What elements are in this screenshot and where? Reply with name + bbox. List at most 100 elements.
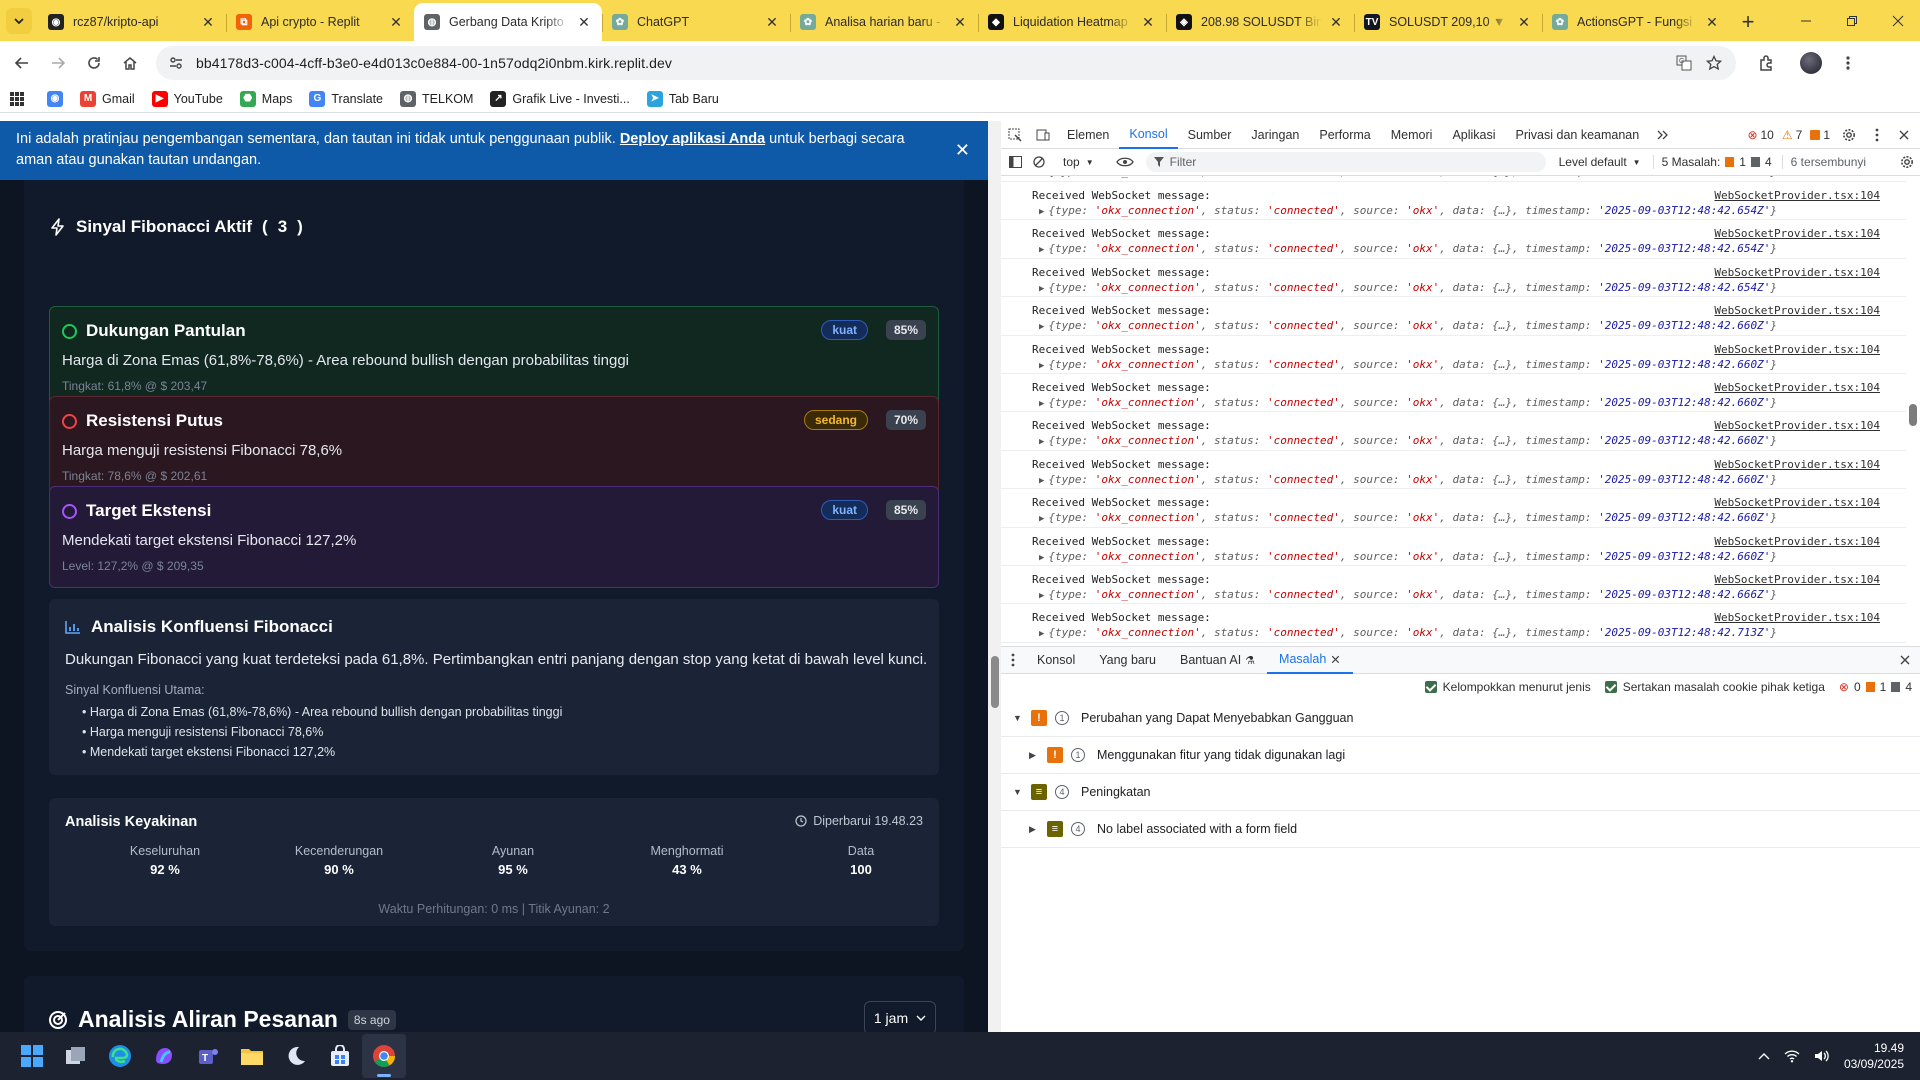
moon-app-icon[interactable] [274,1034,318,1078]
source-link[interactable]: WebSocketProvider.tsx:104 [1714,496,1880,509]
drawer-menu-icon[interactable] [1001,653,1025,667]
restore-button[interactable] [1829,0,1875,41]
drawer-tab[interactable]: Konsol [1025,646,1087,674]
context-select[interactable]: top ▼ [1063,155,1094,169]
source-link[interactable]: WebSocketProvider.tsx:104 [1714,189,1880,202]
info-count[interactable]: 1 [1810,128,1830,142]
expand-triangle-icon[interactable]: ▶ [1039,553,1044,563]
source-link[interactable]: WebSocketProvider.tsx:104 [1714,611,1880,624]
expand-triangle-icon[interactable]: ▶ [1039,437,1044,447]
close-tab-icon[interactable]: ✕ [1704,14,1720,30]
expand-triangle-icon[interactable]: ▶ [1039,245,1044,255]
source-link[interactable]: WebSocketProvider.tsx:104 [1714,573,1880,586]
devtools-menu-icon[interactable] [1868,121,1886,149]
source-link[interactable]: WebSocketProvider.tsx:104 [1714,227,1880,240]
inspect-element-icon[interactable] [1001,121,1029,149]
console-object[interactable]: ▶ {type: 'okx_connection', status: 'conne… [1039,242,1777,255]
devtools-tab[interactable]: Performa [1309,121,1380,149]
console-object[interactable]: ▶ {type: 'okx_connection', status: 'conne… [1039,281,1777,294]
close-tab-icon[interactable]: ✕ [1516,14,1532,30]
devtools-tab[interactable]: Privasi dan keamanan [1506,121,1650,149]
url-text[interactable]: bb4178d3-c004-4cff-b3e0-e4d013c0e884-00-… [196,55,672,71]
eye-icon[interactable] [1115,156,1134,168]
expand-triangle-icon[interactable]: ▶ [1039,284,1044,294]
expand-triangle-icon[interactable]: ▶ [1039,591,1044,601]
signal-card[interactable]: Dukungan Pantulan Harga di Zona Emas (61,… [49,306,939,408]
bookmark-item[interactable]: ⬣ Maps [239,90,292,107]
source-link[interactable]: WebSocketProvider.tsx:104 [1714,458,1880,471]
devtools-tab[interactable]: Memori [1381,121,1443,149]
console-scrollbar[interactable] [1906,176,1920,646]
clock[interactable]: 19.49 03/09/2025 [1844,1040,1904,1072]
console-filter-input[interactable]: Filter [1145,152,1546,172]
new-tab-button[interactable]: + [1730,3,1766,41]
log-level-select[interactable]: Level default ▼ [1559,155,1641,169]
reload-button[interactable] [78,47,110,79]
scrollbar-thumb[interactable] [991,656,999,708]
console-message[interactable]: Received WebSocket message: WebSocketProv… [1001,489,1906,528]
devtools-tab[interactable]: Jaringan [1241,121,1309,149]
close-tab-icon[interactable]: ✕ [764,14,780,30]
console-scroll-thumb[interactable] [1909,404,1917,426]
settings-gear-icon[interactable] [1838,121,1860,149]
chrome-taskbar-icon[interactable] [362,1034,406,1078]
devtools-tab[interactable]: Konsol [1119,121,1178,149]
console-message[interactable]: Received WebSocket message: WebSocketProv… [1001,336,1906,374]
drawer-tab[interactable]: Yang baru [1087,646,1168,674]
console-object[interactable]: ▶ {type: 'okx_connection', status: 'conne… [1039,550,1777,563]
console-message[interactable]: Received WebSocket message: WebSocketProv… [1001,182,1906,221]
home-button[interactable] [114,47,146,79]
console-message[interactable]: Received WebSocket message: WebSocketProv… [1001,259,1906,298]
bookmark-item[interactable]: G Translate [309,90,383,107]
address-bar[interactable]: bb4178d3-c004-4cff-b3e0-e4d013c0e884-00-… [156,46,1736,80]
close-tab-icon[interactable]: ✕ [1140,14,1156,30]
close-icon[interactable]: ✕ [955,140,970,161]
profile-avatar[interactable] [1800,52,1822,74]
wifi-icon[interactable] [1784,1049,1800,1063]
close-tab-icon[interactable]: ✕ [1330,652,1340,667]
console-object[interactable]: ▶ {type: 'okx_connection', status: 'conne… [1039,588,1777,601]
devtools-tab[interactable]: Elemen [1057,121,1119,149]
include-cookie-checkbox[interactable]: Sertakan masalah cookie pihak ketiga [1604,680,1825,694]
bookmark-item[interactable]: ↗ Grafik Live - Investi... [490,90,630,107]
drawer-tab[interactable]: Bantuan AI ⚗ [1168,646,1267,674]
triangle-down-icon[interactable]: ▼ [1013,787,1023,797]
issues-summary[interactable]: 5 Masalah: 1 4 [1652,155,1772,169]
warning-count[interactable]: ⚠ 7 [1782,128,1802,142]
back-button[interactable] [6,47,38,79]
group-by-checkbox[interactable]: Kelompokkan menurut jenis [1424,680,1591,694]
page-scrollbar[interactable] [988,121,1001,1032]
console-object[interactable]: ▶ {type: 'okx_connection', status: 'conne… [1039,204,1777,217]
expand-triangle-icon[interactable]: ▶ [1039,361,1044,371]
site-info-icon[interactable] [168,55,184,71]
more-tabs-icon[interactable] [1649,121,1677,149]
close-tab-icon[interactable]: ✕ [1328,14,1344,30]
console-message[interactable]: Received WebSocket message: WebSocketProv… [1001,528,1906,566]
start-button[interactable] [10,1034,54,1078]
drawer-tab[interactable]: Masalah ✕ [1267,646,1353,674]
more-menu-icon[interactable] [1846,55,1850,71]
console-object[interactable]: ▶ {type: 'okx_connection', status: 'conne… [1039,396,1777,409]
issue-row[interactable]: ▼ ≡ 4 Peningkatan [1001,774,1920,811]
expand-triangle-icon[interactable]: ▶ [1039,399,1044,409]
close-tab-icon[interactable]: ✕ [952,14,968,30]
issue-row[interactable]: ▼! 1 Perubahan yang Dapat Menyebabkan Gang… [1001,700,1920,737]
volume-icon[interactable] [1814,1049,1830,1063]
expand-triangle-icon[interactable]: ▶ [1039,322,1044,332]
console-settings-icon[interactable] [1900,155,1914,169]
browser-tab[interactable]: ◍ Gerbang Data Kripto ✕ [414,3,602,41]
expand-triangle-icon[interactable]: ▶ [1039,207,1044,217]
task-view-icon[interactable] [54,1034,98,1078]
browser-tab[interactable]: ✿ ActionsGPT - Fungsi ✕ [1542,3,1730,41]
signal-card[interactable]: Target Ekstensi Mendekati target ekstensi… [49,486,939,588]
triangle-right-icon[interactable]: ▶ [1029,750,1039,761]
console-message[interactable]: Received WebSocket message: WebSocketProv… [1001,604,1906,643]
bookmark-item[interactable]: ▶ YouTube [151,90,223,107]
interval-select[interactable]: 1 jam [864,1001,936,1032]
browser-tab[interactable]: TV SOLUSDT 209,10 ▼ - ✕ [1354,3,1542,41]
clear-console-icon[interactable] [1027,156,1051,168]
browser-tab[interactable]: ◆ Liquidation Heatmap ✕ [978,3,1166,41]
console-object[interactable]: ▶ {type: 'okx_connection', status: 'conne… [1039,434,1777,447]
browser-tab[interactable]: ✿ ChatGPT ✕ [602,3,790,41]
teams-icon[interactable]: T [186,1034,230,1078]
